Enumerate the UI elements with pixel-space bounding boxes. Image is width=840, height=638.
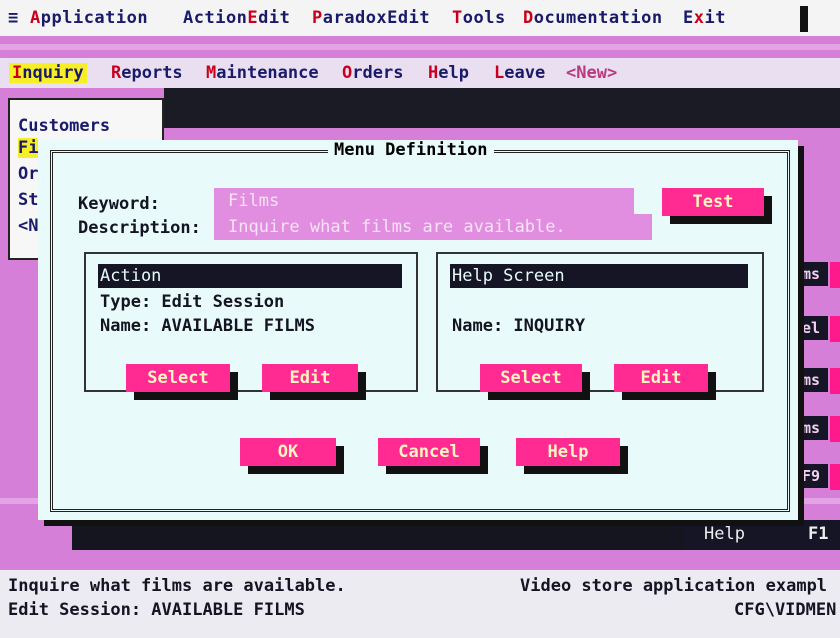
background-item: F9 xyxy=(798,464,828,488)
description-label: Description: xyxy=(78,218,201,238)
application-menu-bar-2: Inquiry Reports Maintenance Orders Help … xyxy=(0,58,840,88)
menu-help[interactable]: Help xyxy=(428,63,469,83)
action-panel: Action Type: Edit Session Name: AVAILABL… xyxy=(84,252,418,392)
status-config-path: CFG\VIDMEN xyxy=(734,600,837,620)
background-window-band xyxy=(164,88,840,128)
status-description: Inquire what films are available. xyxy=(8,576,346,596)
help-key-label: Help xyxy=(704,524,745,544)
scrollbar-thumb[interactable] xyxy=(800,6,808,32)
menu-tools[interactable]: Tools xyxy=(452,8,506,28)
action-edit-button[interactable]: Edit xyxy=(262,364,358,392)
menu-actionedit[interactable]: ActionEdit xyxy=(183,8,290,28)
menu-orders[interactable]: Orders xyxy=(342,63,403,83)
background-accent xyxy=(830,416,840,442)
menu-inquiry[interactable]: Inquiry xyxy=(9,63,87,83)
help-screen-panel-title: Help Screen xyxy=(450,264,748,288)
dropdown-item-orders[interactable]: Or xyxy=(18,164,38,184)
menu-new[interactable]: <New> xyxy=(566,63,617,83)
ok-button[interactable]: OK xyxy=(240,438,336,466)
background-item: ms xyxy=(798,262,828,286)
desktop-stripe xyxy=(0,44,840,50)
status-action: Edit Session: AVAILABLE FILMS xyxy=(8,600,305,620)
action-select-button[interactable]: Select xyxy=(126,364,230,392)
background-accent xyxy=(830,368,840,394)
help-select-button[interactable]: Select xyxy=(480,364,582,392)
system-menu-icon[interactable]: ≡ xyxy=(8,8,19,28)
test-button[interactable]: Test xyxy=(662,188,764,216)
status-app-name: Video store application exampl xyxy=(520,576,828,596)
background-item: ms xyxy=(798,368,828,392)
menu-maintenance[interactable]: Maintenance xyxy=(206,63,319,83)
dialog-title: Menu Definition xyxy=(328,140,494,160)
background-accent xyxy=(830,316,840,342)
menu-definition-dialog: Menu Definition Keyword: Films Descripti… xyxy=(38,140,798,520)
application-menu-bar: ≡ Application ActionEdit ParadoxEdit Too… xyxy=(0,0,840,36)
keyword-field[interactable]: Films xyxy=(214,188,634,214)
background-accent xyxy=(830,464,840,490)
background-item: ms xyxy=(798,416,828,440)
help-edit-button[interactable]: Edit xyxy=(614,364,708,392)
help-screen-name: Name: INQUIRY xyxy=(452,316,586,336)
keyword-label: Keyword: xyxy=(78,194,160,214)
help-key-hint: Help F1 xyxy=(684,520,840,550)
dropdown-item-st[interactable]: St xyxy=(18,190,38,210)
status-bar: Inquire what films are available. Video … xyxy=(0,570,840,638)
action-panel-title: Action xyxy=(98,264,402,288)
help-screen-panel: Help Screen Name: INQUIRY Select Edit xyxy=(436,252,764,392)
menu-paradoxedit[interactable]: ParadoxEdit xyxy=(312,8,430,28)
help-key-f1: F1 xyxy=(808,524,829,544)
cancel-button[interactable]: Cancel xyxy=(378,438,480,466)
description-field[interactable]: Inquire what films are available. xyxy=(214,214,652,240)
menu-application[interactable]: Application xyxy=(30,8,148,28)
background-item: el xyxy=(798,316,828,340)
dropdown-item-customers[interactable]: Customers xyxy=(18,116,110,136)
menu-leave[interactable]: Leave xyxy=(494,63,545,83)
dropdown-item-new[interactable]: <N xyxy=(18,216,38,236)
menu-exit[interactable]: Exit xyxy=(683,8,726,28)
dropdown-item-films[interactable]: Fi xyxy=(18,138,39,158)
menu-reports[interactable]: Reports xyxy=(111,63,183,83)
action-type: Type: Edit Session xyxy=(100,292,285,312)
action-name: Name: AVAILABLE FILMS xyxy=(100,316,315,336)
background-accent xyxy=(830,262,840,288)
help-button[interactable]: Help xyxy=(516,438,620,466)
menu-documentation[interactable]: Documentation xyxy=(523,8,663,28)
